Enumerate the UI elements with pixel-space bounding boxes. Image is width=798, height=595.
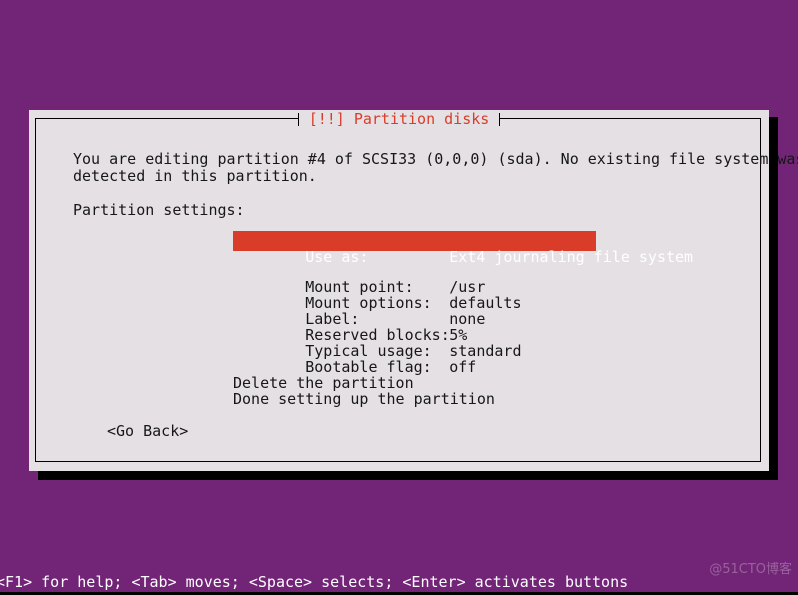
status-help-text: <F1> for help; <Tab> moves; <Space> sele… xyxy=(0,573,629,591)
setting-row-bootable-flag[interactable]: Bootable flag: off xyxy=(233,343,476,375)
setting-row-typical-usage[interactable]: Typical usage: standard xyxy=(233,327,521,359)
setting-row-reserved-blocks[interactable]: Reserved blocks:5% xyxy=(233,311,467,343)
intro-text-line-1: You are editing partition #4 of SCSI33 (… xyxy=(73,150,798,168)
partition-settings-heading: Partition settings: xyxy=(73,201,245,219)
dialog-content: You are editing partition #4 of SCSI33 (… xyxy=(35,118,798,462)
partition-disks-dialog: [!!] Partition disks You are editing par… xyxy=(29,110,798,471)
setting-value-use-as: Ext4 journaling file system xyxy=(449,248,694,266)
status-help-bar: <F1> for help; <Tab> moves; <Space> sele… xyxy=(0,573,798,592)
installer-screen: [!!] Partition disks You are editing par… xyxy=(0,0,798,595)
setting-row-label[interactable]: Label: none xyxy=(233,295,485,327)
setting-value-bootable-flag: off xyxy=(449,358,477,376)
action-delete-partition[interactable]: Delete the partition xyxy=(233,375,414,391)
intro-text-line-2: detected in this partition. xyxy=(73,167,317,185)
action-done-setting-up-partition[interactable]: Done setting up the partition xyxy=(233,391,495,407)
setting-row-mount-options[interactable]: Mount options: defaults xyxy=(233,279,521,311)
setting-label-bootable-flag: Bootable flag: xyxy=(305,358,432,376)
go-back-button[interactable]: <Go Back> xyxy=(107,423,188,439)
setting-row-use-as[interactable]: Use as: Ext4 journaling file system xyxy=(233,231,693,265)
setting-row-mount-point[interactable]: Mount point:/usr xyxy=(233,263,485,295)
